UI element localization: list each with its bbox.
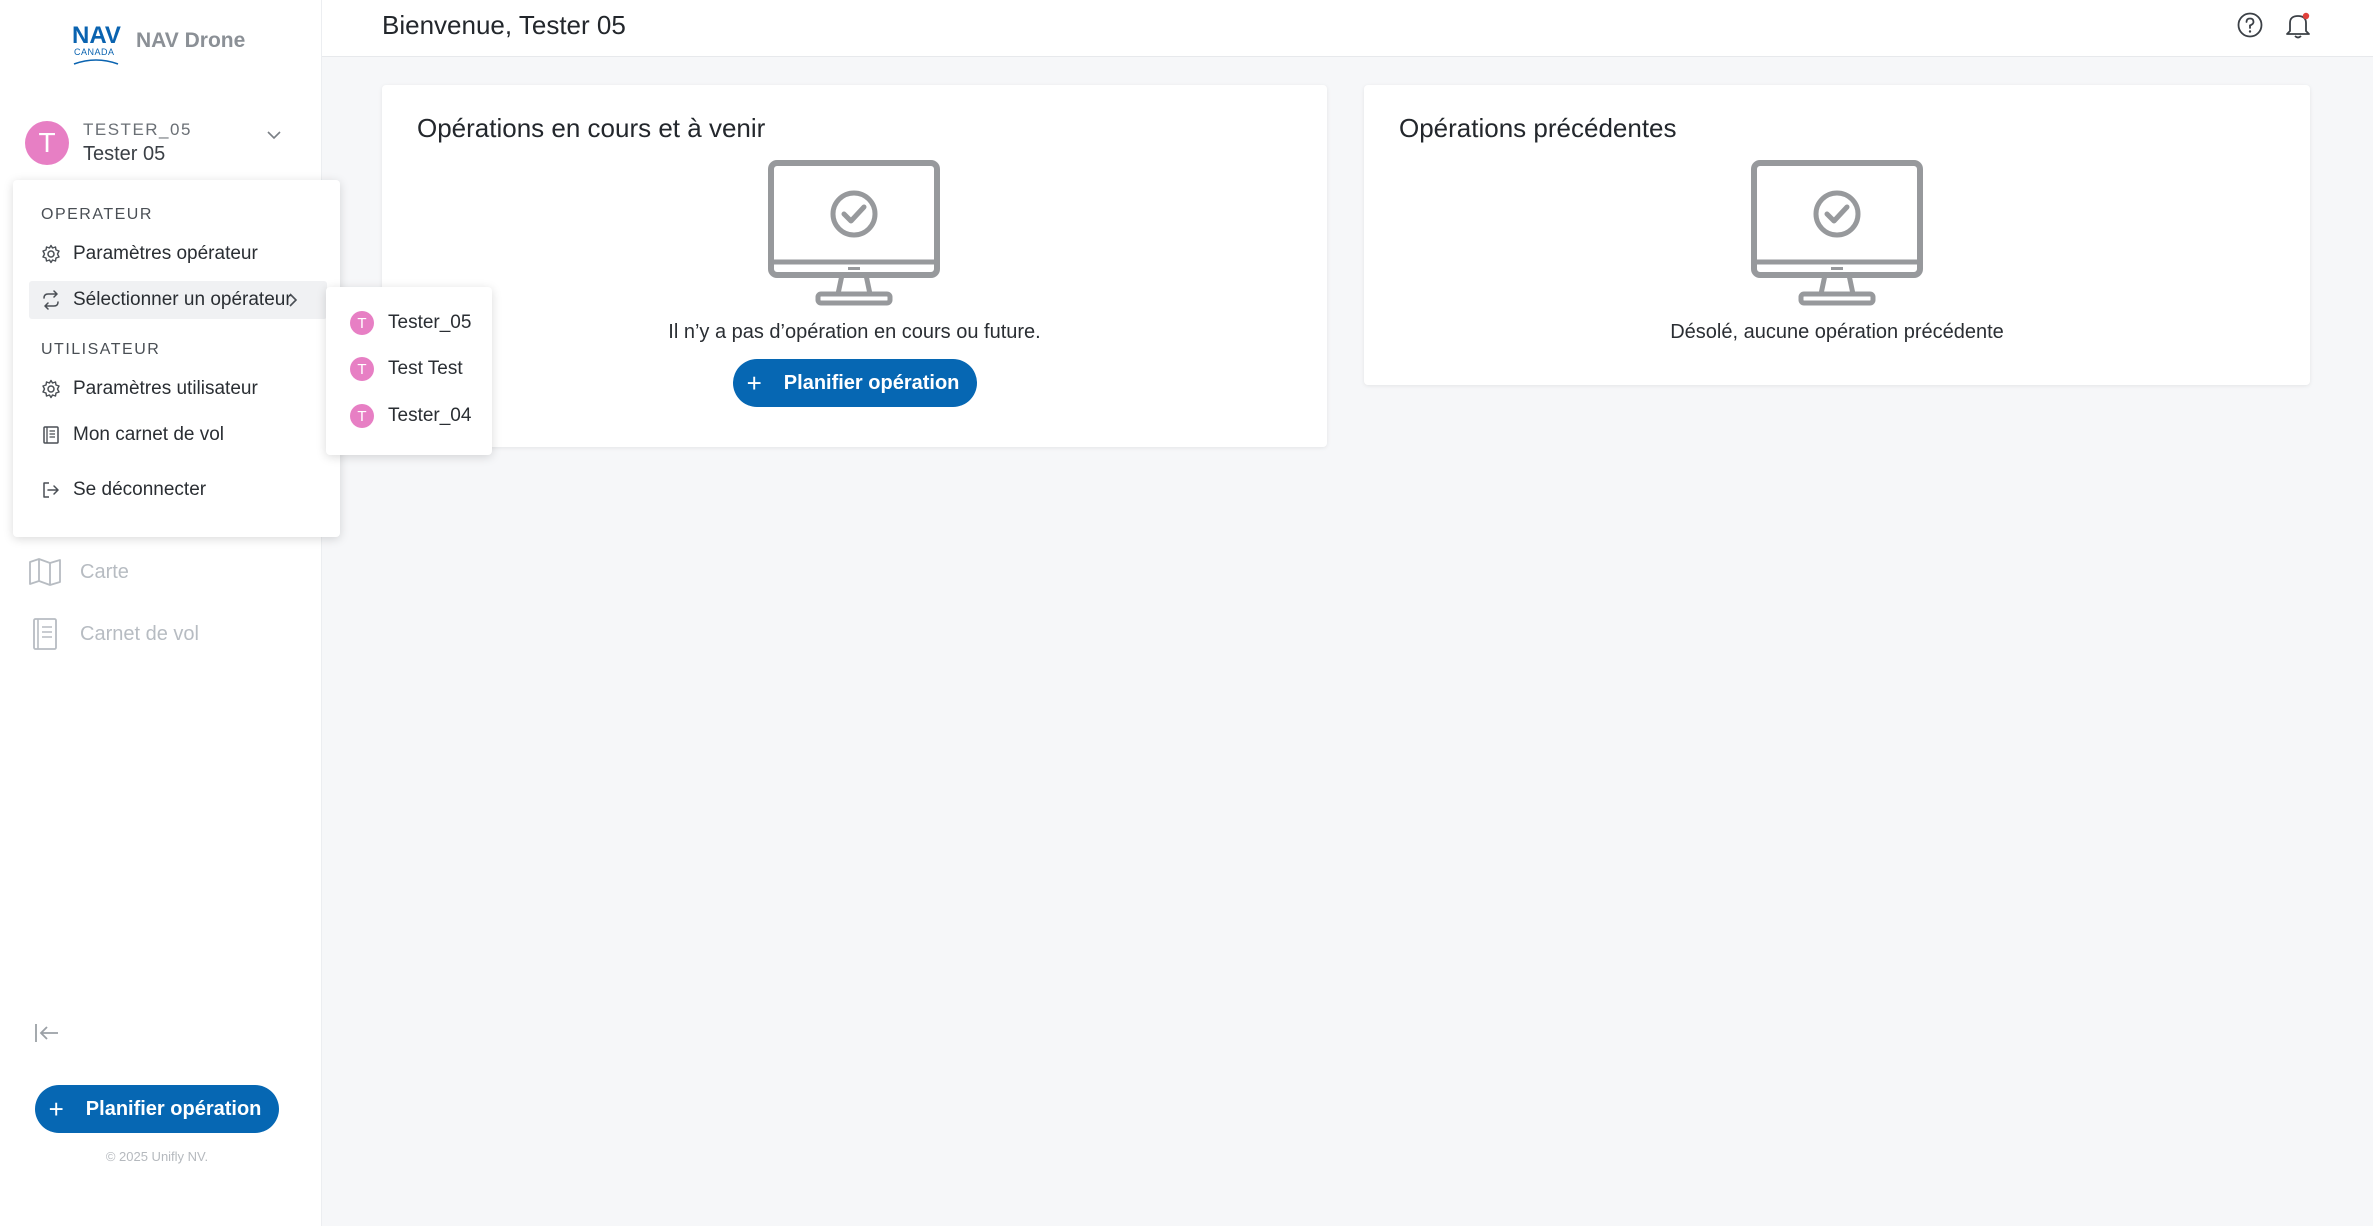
help-icon[interactable] [2236,11,2264,39]
empty-state-message: Il n’y a pas d’opération en cours ou fut… [668,321,1041,343]
logo-subtext: CANADA [74,47,115,57]
user-info: TESTER_05 Tester 05 [83,120,192,166]
logout-icon [43,482,59,498]
sidebar-item-map[interactable]: Carte [28,557,129,587]
operator-name: Tester_05 [388,312,472,333]
plus-icon: + [48,1094,64,1124]
logbook-icon [33,618,57,650]
user-dropdown-menu: OPERATEUR Paramètres opérateur Sélection… [13,180,340,537]
menu-section-operator: OPERATEUR [41,206,153,223]
operator-submenu: T Tester_05 T Test Test T Tester_04 [326,287,492,455]
menu-item-label: Paramètres utilisateur [73,378,258,399]
map-icon [29,558,61,586]
past-operations-card: Opérations précédentes Désolé, aucune op… [1364,85,2310,385]
operator-name: Test Test [388,358,463,379]
menu-item-operator-settings[interactable]: Paramètres opérateur [29,235,327,273]
user-handle: TESTER_05 [83,120,192,139]
button-label: Planifier opération [783,371,960,394]
chevron-down-icon [267,131,281,140]
card-title: Opérations en cours et à venir [417,113,766,143]
avatar: T [25,121,69,165]
operator-option[interactable]: T Test Test [350,357,463,381]
sidebar-item-label: Carte [80,560,129,583]
current-operations-card: Opérations en cours et à venir Il n’y a … [382,85,1327,447]
chevron-right-icon [289,293,298,307]
menu-section-user: UTILISATEUR [41,341,161,358]
collapse-sidebar-icon[interactable] [34,1022,60,1044]
avatar: T [350,311,374,335]
avatar: T [350,404,374,428]
sidebar-item-label: Carnet de vol [80,622,199,645]
notification-bell-icon[interactable] [2284,10,2312,40]
menu-item-label: Mon carnet de vol [73,424,225,445]
notification-dot [2302,12,2310,20]
app-root: NAV CANADA NAV Drone T TESTER_05 Tester … [0,0,2373,1226]
switch-arrows-icon [43,290,59,310]
user-display-name: Tester 05 [83,143,166,165]
operator-option[interactable]: T Tester_05 [350,311,471,335]
avatar: T [350,357,374,381]
user-menu-toggle[interactable]: T TESTER_05 Tester 05 [25,118,285,168]
monitor-check-icon [1751,160,1923,306]
plan-operation-button[interactable]: + Planifier opération [733,359,977,407]
logo-text: NAV [72,22,121,49]
menu-item-label: Se déconnecter [73,479,207,500]
menu-item-logout[interactable]: Se déconnecter [29,471,327,509]
sidebar-plan-operation-button[interactable]: + Planifier opération [35,1085,279,1133]
logo-wave-icon [73,59,119,65]
monitor-check-icon [768,160,940,306]
operator-option[interactable]: T Tester_04 [350,404,471,428]
menu-item-my-logbook[interactable]: Mon carnet de vol [29,416,327,454]
nav-canada-logo: NAV CANADA [72,22,124,65]
card-title: Opérations précédentes [1399,113,1677,143]
menu-item-label: Sélectionner un opérateur [73,289,292,310]
copyright: © 2025 Unifly NV. [105,1149,209,1164]
brand[interactable]: NAV CANADA NAV Drone [72,22,246,65]
menu-item-select-operator[interactable]: Sélectionner un opérateur [29,281,327,319]
empty-state-message: Désolé, aucune opération précédente [1670,321,2004,343]
menu-item-label: Paramètres opérateur [73,243,258,264]
gear-icon [42,379,60,399]
sidebar-item-logbook[interactable]: Carnet de vol [28,617,199,651]
page-title: Bienvenue, Tester 05 [382,10,626,40]
app-name: NAV Drone [136,29,246,52]
button-label: Planifier opération [85,1097,262,1120]
menu-item-user-settings[interactable]: Paramètres utilisateur [29,370,327,408]
operator-name: Tester_04 [388,405,472,426]
top-header: Bienvenue, Tester 05 [322,0,2373,57]
logbook-icon [43,426,59,444]
plus-icon: + [746,368,762,398]
gear-icon [42,244,60,264]
